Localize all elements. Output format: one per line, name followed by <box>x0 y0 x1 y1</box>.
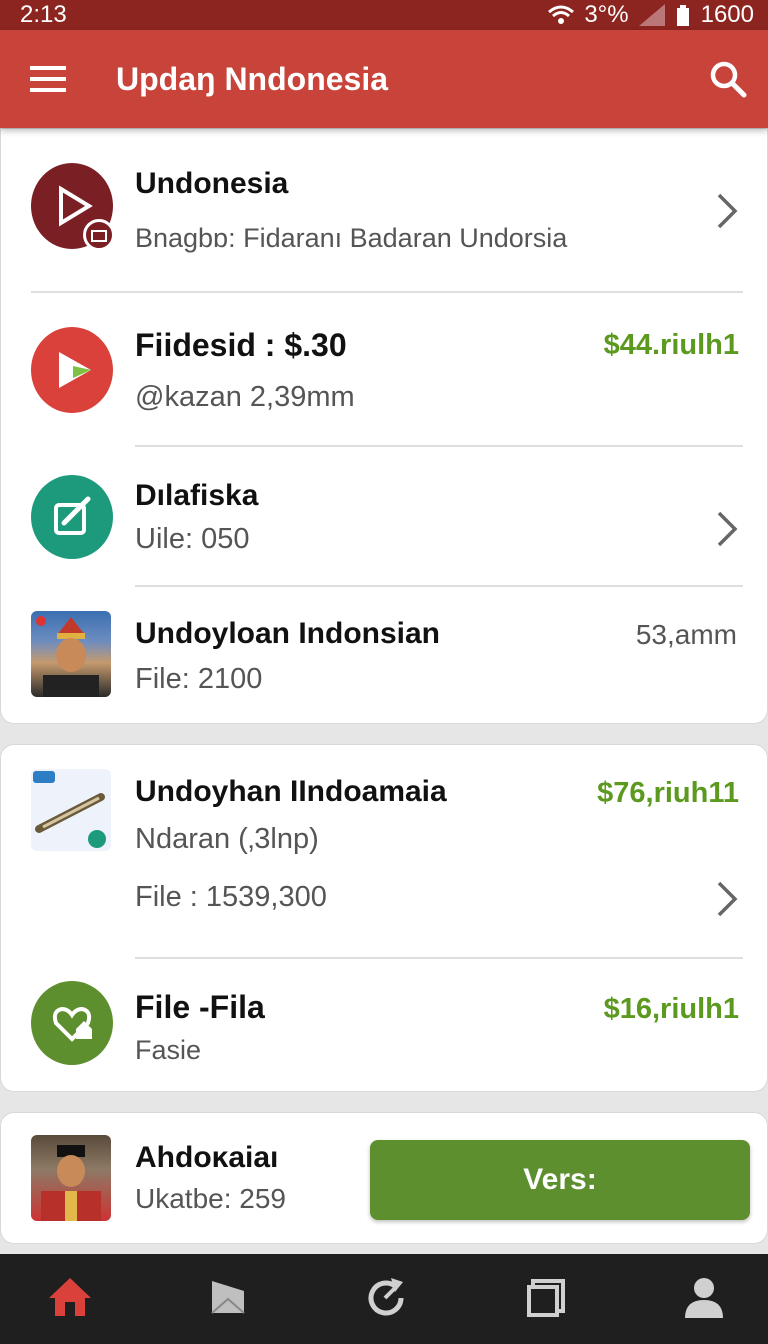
edit-icon <box>31 475 113 559</box>
nav-refresh[interactable] <box>356 1272 416 1322</box>
item-subtitle: Fasie <box>135 1035 202 1065</box>
chevron-right-icon <box>717 881 738 917</box>
chevron-right-icon <box>717 193 738 229</box>
item-file: File : 1539,300 <box>135 881 327 913</box>
battery-text: 1600 <box>700 1 754 28</box>
window-icon <box>527 1279 565 1317</box>
list-item[interactable]: Fiidesid : $.30 @kazan 2,39mm $44.riulh1 <box>1 293 768 445</box>
item-subtitle: Uile: 050 <box>135 523 250 555</box>
page-title: Updaŋ Nndonesia <box>116 60 389 97</box>
person-thumbnail <box>31 1135 111 1221</box>
nav-windows[interactable] <box>516 1272 576 1322</box>
menu-icon <box>30 66 66 92</box>
item-title: Undoyhan IIndoamaia <box>135 775 447 808</box>
search-icon <box>710 61 747 98</box>
search-button[interactable] <box>688 30 768 128</box>
item-title: Ahdoĸaiaı <box>135 1141 279 1174</box>
nav-mail[interactable] <box>198 1272 258 1322</box>
list-item[interactable]: File -Fila Fasie $16,riulh1 <box>1 959 768 1089</box>
home-icon <box>49 1278 91 1316</box>
play-icon <box>31 163 115 251</box>
nav-home[interactable] <box>40 1272 100 1322</box>
heart-home-icon <box>31 981 113 1065</box>
list-item[interactable]: Undoyhan IIndoamaia Ndaran (‚3lnp) File … <box>1 745 768 957</box>
item-title: Undonesia <box>135 167 289 200</box>
item-price: $76,riuh11 <box>597 777 739 809</box>
status-bar: 2:13 3°% 1600 <box>0 0 768 30</box>
play-icon <box>31 327 113 413</box>
status-time: 2:13 <box>20 1 67 28</box>
battery-icon <box>676 5 689 26</box>
item-subtitle: @kazan 2,39mm <box>135 381 355 413</box>
chevron-right-icon <box>717 511 738 547</box>
item-price: $16,riulh1 <box>603 993 739 1025</box>
item-title: Undoyloan Indonsian <box>135 617 440 650</box>
profile-icon <box>685 1278 723 1318</box>
signal-icon <box>638 4 665 26</box>
bottom-nav <box>0 1254 768 1344</box>
nav-profile[interactable] <box>674 1272 734 1322</box>
item-title: File -Fila <box>135 989 265 1025</box>
list-card-2: Undoyhan IIndoamaia Ndaran (‚3lnp) File … <box>0 744 768 1092</box>
menu-button[interactable] <box>0 30 96 128</box>
item-subtitle: Ndaran (‚3lnp) <box>135 823 319 855</box>
vers-button[interactable]: Vers: <box>370 1140 750 1220</box>
item-subtitle: File: 2100 <box>135 663 263 695</box>
list-item[interactable]: Undonesia Bnagbɒ: Fidaranı Badaran Undor… <box>1 129 768 291</box>
list-item[interactable]: Undoyloan Indonsian File: 2100 53,amm <box>1 587 768 723</box>
item-title: Fiidesid : $.30 <box>135 327 347 363</box>
wifi-icon <box>548 5 575 24</box>
item-title: Dılafiska <box>135 479 259 512</box>
item-price: $44.riulh1 <box>603 329 739 361</box>
pen-thumbnail <box>31 769 111 851</box>
signal-text: 3°% <box>584 1 629 28</box>
tv-badge-icon <box>83 219 115 251</box>
mail-icon <box>211 1281 245 1314</box>
refresh-icon <box>368 1278 404 1316</box>
list-item[interactable]: Dılafiska Uile: 050 <box>1 447 768 585</box>
person-thumbnail <box>31 611 111 697</box>
list-card-1: Undonesia Bnagbɒ: Fidaranı Badaran Undor… <box>0 128 768 724</box>
item-meta: 53,amm <box>635 619 737 650</box>
item-subtitle: Bnagbɒ: Fidaranı Badaran Undorsia <box>135 223 568 253</box>
app-bar: Updaŋ Nndonesia <box>0 30 768 128</box>
item-subtitle: Ukatbe: 259 <box>135 1183 286 1214</box>
